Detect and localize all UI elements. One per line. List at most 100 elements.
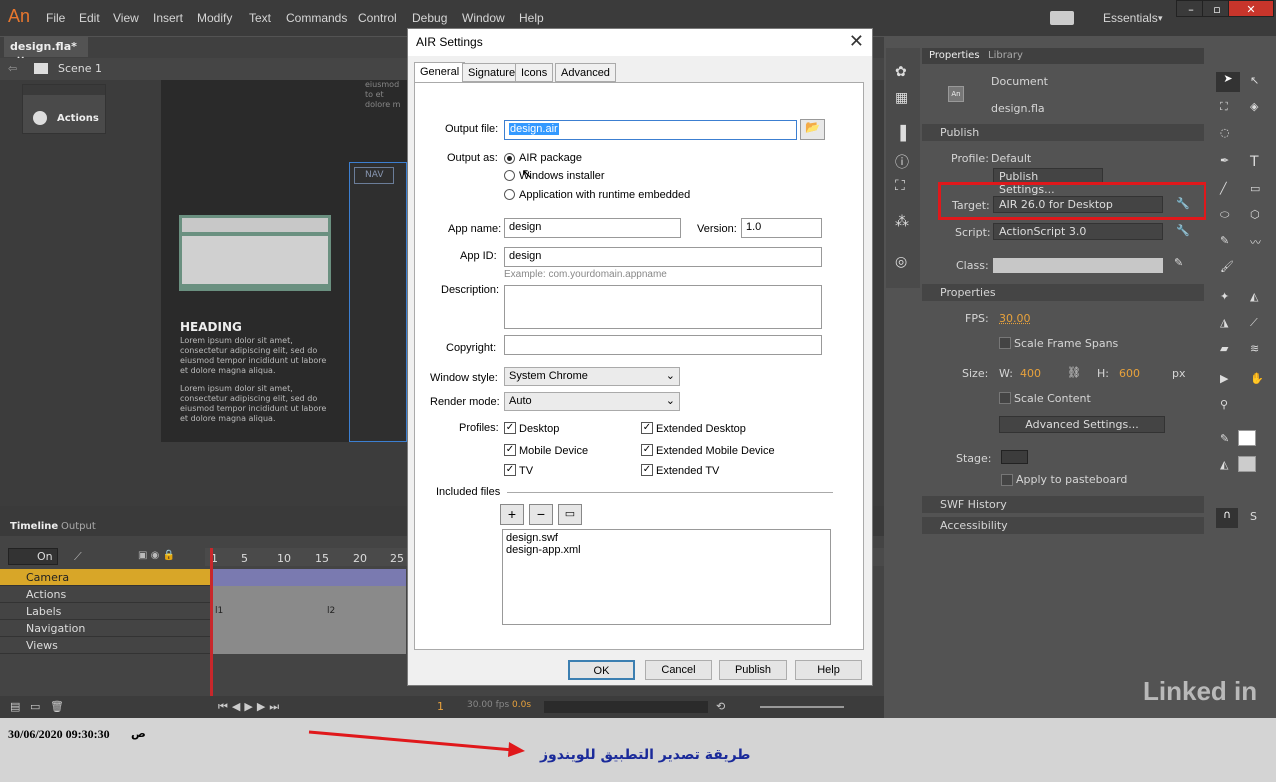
pencil-icon[interactable]: ✎ [1174, 256, 1183, 269]
dialog-close-button[interactable]: ✕ [849, 31, 864, 52]
transform-icon[interactable]: ⛶ [895, 178, 905, 194]
align-icon[interactable]: ▐ [895, 126, 906, 142]
paint-brush-tool-icon[interactable]: 🖌 [1220, 260, 1234, 273]
menu-insert[interactable]: Insert [153, 11, 183, 25]
radio-runtime-embedded[interactable] [504, 189, 515, 200]
camera-tool-icon[interactable]: ▶ [1220, 372, 1228, 385]
radio-windows-installer[interactable] [504, 170, 515, 181]
app-id-input[interactable]: design [504, 247, 822, 267]
tab-advanced[interactable]: Advanced [555, 63, 616, 82]
link-icon[interactable]: ⛓ [1067, 366, 1081, 379]
text-tool-icon[interactable]: T [1250, 154, 1259, 170]
menu-text[interactable]: Text [249, 11, 271, 25]
color-palette-icon[interactable]: ✿ [895, 64, 907, 80]
back-arrow-icon[interactable]: ⇦ [8, 62, 17, 75]
rectangle-tool-icon[interactable]: ▭ [1250, 182, 1260, 195]
swatches-icon[interactable]: ▦ [895, 90, 908, 106]
menu-window[interactable]: Window [462, 11, 505, 25]
fps-value[interactable]: 30.00 [999, 312, 1031, 325]
included-files-list[interactable]: design.swf design-app.xml [502, 529, 831, 625]
menu-modify[interactable]: Modify [197, 11, 232, 25]
radio-air-package[interactable] [504, 153, 515, 164]
bone-tool-icon[interactable]: ✦ [1220, 290, 1229, 303]
width-tool-icon[interactable]: ≋ [1250, 342, 1259, 355]
menu-commands[interactable]: Commands [286, 11, 347, 25]
scene-name[interactable]: Scene 1 [58, 62, 102, 75]
playback-controls[interactable]: ⏮◀▶▶⏭ [218, 700, 283, 714]
app-name-input[interactable]: design [504, 218, 681, 238]
eraser-tool-icon[interactable]: ▰ [1220, 342, 1228, 355]
free-transform-tool-icon[interactable]: ⛶ [1220, 100, 1228, 114]
wrench-icon[interactable]: 🔧 [1176, 224, 1190, 237]
class-field[interactable] [993, 258, 1163, 273]
checkbox-extended-tv[interactable]: ✓ [641, 464, 653, 476]
loop-icon[interactable]: ⟲ [716, 700, 725, 713]
camera-tween-span[interactable] [213, 569, 406, 586]
pen-tool-icon[interactable]: ✒ [1220, 154, 1229, 167]
cc-libraries-icon[interactable]: ◎ [895, 254, 907, 270]
zoom-slider[interactable] [760, 706, 844, 708]
cancel-button[interactable]: Cancel [645, 660, 712, 680]
layer-actions[interactable]: Actions [0, 586, 210, 603]
list-item[interactable]: design.swf [506, 532, 558, 544]
fill-color-swatch[interactable] [1238, 456, 1256, 472]
width-value[interactable]: 400 [1020, 367, 1041, 380]
new-layer-icon[interactable]: ▤ [10, 700, 20, 713]
line-tool-icon[interactable]: ╱ [1220, 182, 1227, 195]
browse-folder-icon[interactable]: 📂 [800, 119, 825, 140]
layer-views[interactable]: Views [0, 637, 210, 654]
apply-pasteboard-checkbox[interactable] [1001, 474, 1013, 486]
add-file-button[interactable]: + [500, 504, 524, 525]
section-publish[interactable]: Publish [922, 124, 1204, 141]
menu-control[interactable]: Control [358, 11, 397, 25]
oval-tool-icon[interactable]: ⬭ [1220, 208, 1229, 222]
workspace-switcher[interactable]: Essentials [1103, 11, 1158, 25]
layer-camera[interactable]: Camera [0, 569, 210, 586]
info-icon[interactable]: ⓘ [895, 152, 909, 172]
lasso-tool-icon[interactable]: ◌ [1220, 126, 1230, 139]
help-button[interactable]: Help [795, 660, 862, 680]
ink-bottle-tool-icon[interactable]: ◮ [1220, 316, 1228, 329]
checkbox-desktop[interactable]: ✓ [504, 422, 516, 434]
ok-button[interactable]: OK [568, 660, 635, 680]
output-file-input[interactable]: design.air [504, 120, 797, 140]
stroke-color-icon[interactable]: ✎ [1220, 432, 1229, 445]
snap-to-objects-icon[interactable]: ∩ [1216, 508, 1238, 528]
pencil-tool-icon[interactable]: ✎ [1220, 234, 1229, 247]
window-style-select[interactable]: System Chrome ⌄ [504, 367, 680, 386]
menu-debug[interactable]: Debug [412, 11, 447, 25]
layer-navigation[interactable]: Navigation [0, 620, 210, 637]
layer-labels[interactable]: Labels [0, 603, 210, 620]
graph-icon[interactable]: ⟋ [74, 550, 82, 564]
eyedropper-tool-icon[interactable]: ⟋ [1250, 316, 1258, 330]
scale-frame-spans-checkbox[interactable] [999, 337, 1011, 349]
menu-edit[interactable]: Edit [79, 11, 100, 25]
list-item[interactable]: design-app.xml [506, 544, 581, 556]
section-swf-history[interactable]: SWF History [922, 496, 1204, 513]
document-tab[interactable]: design.fla* × [4, 37, 88, 66]
frames-area[interactable] [213, 586, 406, 654]
description-textarea[interactable] [504, 285, 822, 329]
copyright-input[interactable] [504, 335, 822, 355]
tab-general[interactable]: General [414, 62, 466, 83]
checkbox-extended-desktop[interactable]: ✓ [641, 422, 653, 434]
script-select[interactable]: ActionScript 3.0 [993, 223, 1163, 240]
checkbox-mobile-device[interactable]: ✓ [504, 444, 516, 456]
section-properties[interactable]: Properties [922, 284, 1204, 301]
fill-color-icon[interactable]: ◭ [1220, 458, 1228, 471]
stage-color-swatch[interactable] [1001, 450, 1028, 464]
remove-file-button[interactable]: − [529, 504, 553, 525]
zoom-tool-icon[interactable]: ⚲ [1220, 398, 1228, 411]
checkbox-tv[interactable]: ✓ [504, 464, 516, 476]
subselection-tool-icon[interactable]: ↖ [1250, 74, 1259, 87]
add-folder-button[interactable]: ▭ [558, 504, 582, 525]
hand-tool-icon[interactable]: ✋ [1250, 372, 1264, 385]
polystar-tool-icon[interactable]: ⬡ [1250, 208, 1260, 221]
publish-button[interactable]: Publish [719, 660, 787, 680]
sync-icon[interactable] [1050, 11, 1074, 25]
section-accessibility[interactable]: Accessibility [922, 517, 1204, 534]
tab-properties[interactable]: Properties [929, 50, 980, 61]
tab-signature[interactable]: Signature [462, 63, 522, 82]
brush-tool-icon[interactable]: 〰 [1250, 234, 1261, 250]
camera-toggle[interactable]: On [8, 548, 58, 565]
